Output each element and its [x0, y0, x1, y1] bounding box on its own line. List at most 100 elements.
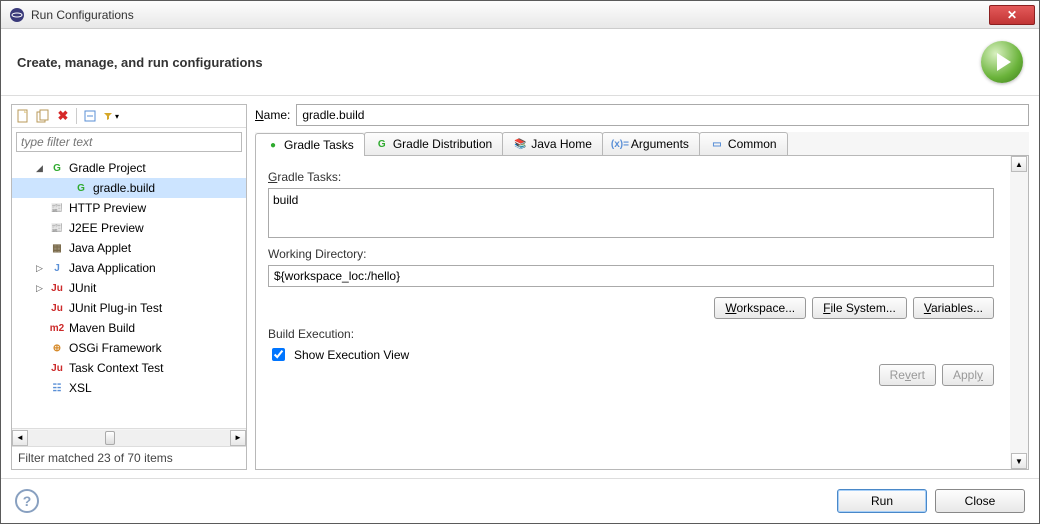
tab-java-home[interactable]: 📚 Java Home: [502, 132, 603, 155]
tree-item-icon: Ju: [49, 300, 65, 316]
tree-item-maven-build[interactable]: m2 Maven Build: [12, 318, 246, 338]
tree-item-icon: m2: [49, 320, 65, 336]
tree-item-icon: J: [49, 260, 65, 276]
run-configurations-dialog: Run Configurations ✕ Create, manage, and…: [0, 0, 1040, 524]
gradle-tasks-label: Gradle Tasks:: [268, 170, 1016, 184]
dialog-footer: ? Run Close: [1, 478, 1039, 523]
tree-item-icon: G: [49, 160, 65, 176]
tree-item-junit[interactable]: ▷Ju JUnit: [12, 278, 246, 298]
window-title: Run Configurations: [31, 8, 989, 22]
scroll-left-icon[interactable]: ◄: [12, 430, 28, 446]
variables-button[interactable]: Variables...: [913, 297, 994, 319]
tree-item-icon: ⊕: [49, 340, 65, 356]
help-icon[interactable]: ?: [15, 489, 39, 513]
tree-item-gradle-build[interactable]: Ggradle.build: [12, 178, 246, 198]
header-title: Create, manage, and run configurations: [17, 55, 981, 70]
tab-icon: G: [375, 137, 389, 151]
tree-item-icon: G: [73, 180, 89, 196]
expander-closed-icon[interactable]: ▷: [36, 283, 46, 294]
working-directory-label: Working Directory:: [268, 247, 1016, 261]
tab-common[interactable]: ▭ Common: [699, 132, 788, 155]
tree-item-icon: 📰: [49, 200, 65, 216]
close-button[interactable]: Close: [935, 489, 1025, 513]
toolbar-separator: [76, 108, 77, 124]
tree-item-icon: ▦: [49, 240, 65, 256]
tab-label: Arguments: [631, 137, 689, 151]
tab-icon: (x)=: [613, 137, 627, 151]
collapse-all-icon[interactable]: [81, 107, 99, 125]
tree-item-label: OSGi Framework: [69, 341, 162, 355]
filter-status-text: Filter matched 23 of 70 items: [12, 446, 246, 469]
tab-label: Gradle Distribution: [393, 137, 492, 151]
filter-icon[interactable]: ▾: [101, 107, 119, 125]
content-vscrollbar[interactable]: ▲ ▼: [1010, 156, 1028, 469]
tree-item-junit-plug-in-test[interactable]: Ju JUnit Plug-in Test: [12, 298, 246, 318]
expander-closed-icon[interactable]: ▷: [36, 263, 46, 274]
show-execution-view-checkbox[interactable]: [272, 348, 285, 361]
tree-item-icon: Ju: [49, 360, 65, 376]
tree-item-label: Task Context Test: [69, 361, 164, 375]
config-tree[interactable]: ◢GGradle ProjectGgradle.build📰HTTP Previ…: [12, 156, 246, 428]
tree-item-java-applet[interactable]: ▦ Java Applet: [12, 238, 246, 258]
tree-item-label: XSL: [69, 381, 92, 395]
scroll-down-icon[interactable]: ▼: [1011, 453, 1027, 469]
tab-icon: ●: [266, 138, 280, 152]
window-close-button[interactable]: ✕: [989, 5, 1035, 25]
workspace-button[interactable]: Workspace...: [714, 297, 806, 319]
tree-item-http-preview[interactable]: 📰 HTTP Preview: [12, 198, 246, 218]
expander-open-icon[interactable]: ◢: [36, 163, 46, 174]
duplicate-config-icon[interactable]: [34, 107, 52, 125]
gradle-tasks-textarea[interactable]: build: [268, 188, 994, 238]
tree-item-label: Maven Build: [69, 321, 135, 335]
tree-item-label: J2EE Preview: [69, 221, 144, 235]
apply-button[interactable]: Apply: [942, 364, 994, 386]
config-tabs: ● Gradle Tasks G Gradle Distribution 📚 Java H…: [255, 132, 1029, 156]
hscroll-thumb[interactable]: [105, 431, 115, 445]
tree-item-icon: Ju: [49, 280, 65, 296]
working-directory-input[interactable]: [268, 265, 994, 287]
tree-item-j2ee-preview[interactable]: 📰 J2EE Preview: [12, 218, 246, 238]
tree-item-label: JUnit Plug-in Test: [69, 301, 162, 315]
tree-item-label: Gradle Project: [69, 161, 146, 175]
show-execution-view-label: Show Execution View: [294, 348, 409, 362]
gradle-tasks-tab-content: Gradle Tasks: build Working Directory: W…: [255, 156, 1029, 470]
scroll-up-icon[interactable]: ▲: [1011, 156, 1027, 172]
eclipse-icon: [9, 7, 25, 23]
tree-item-label: Java Applet: [69, 241, 131, 255]
titlebar: Run Configurations ✕: [1, 1, 1039, 29]
run-button[interactable]: Run: [837, 489, 927, 513]
tab-gradle-distribution[interactable]: G Gradle Distribution: [364, 132, 503, 155]
tree-item-task-context-test[interactable]: Ju Task Context Test: [12, 358, 246, 378]
tab-label: Common: [728, 137, 777, 151]
tree-item-gradle-project[interactable]: ◢G Gradle Project: [12, 158, 246, 178]
tab-icon: ▭: [710, 137, 724, 151]
tree-item-icon: ☷: [49, 380, 65, 396]
tab-label: Java Home: [531, 137, 592, 151]
name-label: Name:: [255, 108, 290, 122]
tree-item-label: gradle.build: [93, 181, 155, 195]
new-config-icon[interactable]: [14, 107, 32, 125]
file-system-button[interactable]: File System...: [812, 297, 907, 319]
config-list-panel: ✖ ▾ ◢GGradle ProjectGgradle.build📰HTTP P…: [11, 104, 247, 470]
tree-item-label: JUnit: [69, 281, 96, 295]
scroll-right-icon[interactable]: ►: [230, 430, 246, 446]
config-name-input[interactable]: [296, 104, 1029, 126]
tab-label: Gradle Tasks: [284, 138, 354, 152]
revert-button[interactable]: Revert: [879, 364, 936, 386]
tree-item-icon: 📰: [49, 220, 65, 236]
tree-item-osgi-framework[interactable]: ⊕ OSGi Framework: [12, 338, 246, 358]
dialog-header: Create, manage, and run configurations: [1, 29, 1039, 96]
tab-arguments[interactable]: (x)= Arguments: [602, 132, 700, 155]
tree-item-label: Java Application: [69, 261, 156, 275]
tree-hscrollbar[interactable]: ◄ ►: [12, 428, 246, 446]
tab-gradle-tasks[interactable]: ● Gradle Tasks: [255, 133, 365, 156]
filter-input[interactable]: [16, 132, 242, 152]
tab-icon: 📚: [513, 137, 527, 151]
config-detail-panel: Name: ● Gradle Tasks G Gradle Distribution 📚…: [255, 104, 1029, 470]
tree-item-java-application[interactable]: ▷J Java Application: [12, 258, 246, 278]
config-toolbar: ✖ ▾: [12, 105, 246, 128]
delete-config-icon[interactable]: ✖: [54, 107, 72, 125]
tree-item-label: HTTP Preview: [69, 201, 146, 215]
tree-item-xsl[interactable]: ☷ XSL: [12, 378, 246, 398]
build-execution-label: Build Execution:: [268, 327, 1016, 341]
